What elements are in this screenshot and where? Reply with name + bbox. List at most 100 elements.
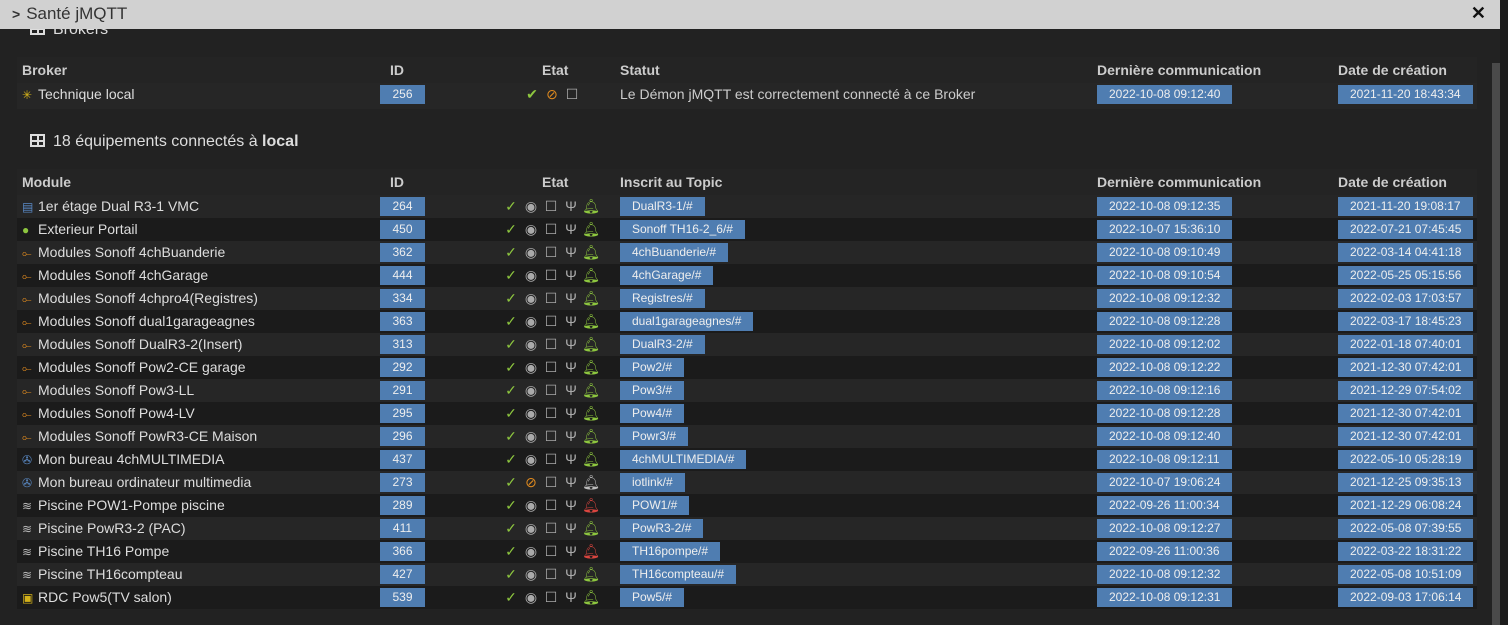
equipment-row[interactable]: ≋ Piscine TH16 Pompe 366 ✓ ◉ ☐ Ψ 🔔︎ TH16pompe/# 2…	[17, 540, 1477, 563]
bell-icon: 🔔︎	[582, 428, 600, 444]
module-name[interactable]: ▤ 1er étage Dual R3-1 VMC	[22, 195, 199, 219]
last-communication-badge: 2022-10-08 09:12:02	[1097, 335, 1233, 354]
broker-row[interactable]: ✳ Technique local 256 ✔ ⊘ ☐ Le Démon jMQTT est…	[17, 83, 1477, 109]
sonoff-module-icon: ⟜	[22, 315, 32, 329]
eye-icon: ◉	[524, 382, 538, 398]
equipment-row[interactable]: ⟜ Modules Sonoff 4chpro4(Registres) 334 ✓ ◉ ☐…	[17, 287, 1477, 310]
id-badge: 366	[380, 542, 425, 561]
check-icon: ✓	[505, 198, 517, 214]
scrollbar[interactable]	[1492, 63, 1500, 625]
state-icons: ✓ ⊘ ☐ Ψ 🔔︎	[501, 471, 601, 494]
equipment-row[interactable]: ⟜ Modules Sonoff Pow4-LV 295 ✓ ◉ ☐ Ψ 🔔︎ Pow4/# 20…	[17, 402, 1477, 425]
module-name-label: Modules Sonoff Pow3-LL	[38, 382, 195, 398]
plug-icon: Ψ	[565, 221, 577, 237]
check-icon: ✓	[505, 497, 517, 513]
equipment-row[interactable]: ⟜ Modules Sonoff 4chBuanderie 362 ✓ ◉ ☐ Ψ 🔔︎ 4ch…	[17, 241, 1477, 264]
topic-badge: 4chGarage/#	[620, 266, 714, 285]
equipment-row[interactable]: ≋ Piscine TH16compteau 427 ✓ ◉ ☐ Ψ 🔔︎ TH16compte…	[17, 563, 1477, 586]
close-button[interactable]: ✕	[1471, 0, 1486, 27]
eye-icon: ◉	[524, 290, 538, 306]
column-header: ID	[390, 174, 404, 190]
equipment-row[interactable]: ⟜ Modules Sonoff Pow3-LL 291 ✓ ◉ ☐ Ψ 🔔︎ Pow3/# 20…	[17, 379, 1477, 402]
equipment-row[interactable]: ⟜ Modules Sonoff dual1garageagnes 363 ✓ ◉ ☐ Ψ 🔔…	[17, 310, 1477, 333]
module-name[interactable]: ⟜ Modules Sonoff Pow4-LV	[22, 402, 195, 426]
equipment-row[interactable]: ⟜ Modules Sonoff PowR3-CE Maison 296 ✓ ◉ ☐ Ψ 🔔︎…	[17, 425, 1477, 448]
creation-date-badge: 2022-03-17 18:45:23	[1338, 312, 1474, 331]
module-name[interactable]: ⟜ Modules Sonoff Pow2-CE garage	[22, 356, 246, 380]
equipment-row[interactable]: ▤ 1er étage Dual R3-1 VMC 264 ✓ ◉ ☐ Ψ 🔔︎ DualR3-…	[17, 195, 1477, 218]
creation-date-badge: 2022-03-14 04:41:18	[1338, 243, 1474, 262]
modal-title: Santé jMQTT	[26, 4, 128, 23]
check-icon: ✓	[505, 267, 517, 283]
last-communication-badge: 2022-10-08 09:12:40	[1097, 85, 1233, 104]
topic-badge: Pow2/#	[620, 358, 685, 377]
module-name[interactable]: ▣ RDC Pow5(TV salon)	[22, 586, 172, 610]
module-name[interactable]: ✇ Mon bureau ordinateur multimedia	[22, 471, 251, 495]
topic-badge: Powr3/#	[620, 427, 689, 446]
tv-icon: ▣	[22, 591, 34, 605]
checkbox-icon: ☐	[544, 313, 558, 329]
topic-badge: iotlink/#	[620, 473, 685, 492]
vmc-icon: ▤	[22, 200, 34, 214]
equipment-row[interactable]: ⟜ Modules Sonoff DualR3-2(Insert) 313 ✓ ◉ ☐ Ψ 🔔…	[17, 333, 1477, 356]
state-icons: ✓ ◉ ☐ Ψ 🔔︎	[501, 287, 601, 310]
equipment-row[interactable]: ⟜ Modules Sonoff Pow2-CE garage 292 ✓ ◉ ☐ Ψ 🔔︎ P…	[17, 356, 1477, 379]
bell-icon: 🔔︎	[582, 566, 600, 582]
sonoff-module-icon: ⟜	[22, 407, 32, 421]
sonoff-module-icon: ⟜	[22, 246, 32, 260]
state-icons: ✓ ◉ ☐ Ψ 🔔︎	[501, 402, 601, 425]
module-name[interactable]: ≋ Piscine POW1-Pompe piscine	[22, 494, 225, 518]
sonoff-module-icon: ⟜	[22, 384, 32, 398]
module-name[interactable]: ● Exterieur Portail	[22, 218, 138, 242]
plug-icon: Ψ	[565, 336, 577, 352]
last-communication-badge: 2022-10-08 09:12:31	[1097, 588, 1233, 607]
module-name-label: Piscine TH16 Pompe	[38, 543, 170, 559]
creation-date-badge: 2021-12-29 07:54:02	[1338, 381, 1474, 400]
eye-slash-icon: ⊘	[525, 474, 537, 490]
topic-badge: TH16pompe/#	[620, 542, 721, 561]
checkbox-icon: ☐	[544, 566, 558, 582]
module-name[interactable]: ≋ Piscine TH16 Pompe	[22, 540, 169, 564]
equipment-row[interactable]: ● Exterieur Portail 450 ✓ ◉ ☐ Ψ 🔔︎ Sonoff TH16-2…	[17, 218, 1477, 241]
plug-icon: Ψ	[565, 359, 577, 375]
equipment-row[interactable]: ▣ RDC Pow5(TV salon) 539 ✓ ◉ ☐ Ψ 🔔︎ Pow5/# 2022-1…	[17, 586, 1477, 609]
column-header: ID	[390, 62, 404, 78]
column-header: Etat	[542, 62, 569, 78]
module-name[interactable]: ≋ Piscine PowR3-2 (PAC)	[22, 517, 186, 541]
equipment-row[interactable]: ≋ Piscine PowR3-2 (PAC) 411 ✓ ◉ ☐ Ψ 🔔︎ PowR3-2/#…	[17, 517, 1477, 540]
equipment-row[interactable]: ≋ Piscine POW1-Pompe piscine 289 ✓ ◉ ☐ Ψ 🔔︎ POW1…	[17, 494, 1477, 517]
column-header: Etat	[542, 174, 569, 190]
module-name[interactable]: ✇ Mon bureau 4chMULTIMEDIA	[22, 448, 224, 472]
module-name[interactable]: ⟜ Modules Sonoff Pow3-LL	[22, 379, 194, 403]
module-name[interactable]: ≋ Piscine TH16compteau	[22, 563, 182, 587]
health-modal: Brokers Broker ID Etat Statut Dernière commu…	[0, 29, 1500, 625]
check-circle-icon: ✔	[526, 86, 538, 102]
creation-date-badge: 2021-11-20 19:08:17	[1338, 197, 1473, 216]
checkbox-icon: ☐	[544, 290, 558, 306]
last-communication-badge: 2022-10-08 09:12:22	[1097, 358, 1233, 377]
column-header: Dernière communication	[1097, 62, 1262, 78]
last-communication-badge: 2022-10-08 09:12:27	[1097, 519, 1233, 538]
plug-icon: Ψ	[565, 405, 577, 421]
module-name[interactable]: ⟜ Modules Sonoff dual1garageagnes	[22, 310, 255, 334]
module-name-label: Modules Sonoff 4chGarage	[38, 267, 209, 283]
last-communication-badge: 2022-09-26 11:00:34	[1097, 496, 1232, 515]
module-name[interactable]: ⟜ Modules Sonoff DualR3-2(Insert)	[22, 333, 242, 357]
checkbox-icon: ☐	[544, 451, 558, 467]
module-name[interactable]: ⟜ Modules Sonoff 4chpro4(Registres)	[22, 287, 258, 311]
id-badge: 273	[380, 473, 425, 492]
equipment-row[interactable]: ✇ Mon bureau ordinateur multimedia 273 ✓ ⊘ ☐ Ψ…	[17, 471, 1477, 494]
checkbox-icon: ☐	[544, 474, 558, 490]
plug-icon: Ψ	[565, 566, 577, 582]
module-name[interactable]: ⟜ Modules Sonoff PowR3-CE Maison	[22, 425, 257, 449]
id-badge: 362	[380, 243, 425, 262]
equipment-row[interactable]: ✇ Mon bureau 4chMULTIMEDIA 437 ✓ ◉ ☐ Ψ 🔔︎ 4chMUL…	[17, 448, 1477, 471]
table-icon	[30, 29, 45, 35]
topic-badge: TH16compteau/#	[620, 565, 737, 584]
module-name[interactable]: ⟜ Modules Sonoff 4chBuanderie	[22, 241, 225, 265]
plug-icon: Ψ	[565, 451, 577, 467]
plug-icon: Ψ	[565, 520, 577, 536]
broker-name[interactable]: ✳ Technique local	[22, 83, 135, 107]
equipment-row[interactable]: ⟜ Modules Sonoff 4chGarage 444 ✓ ◉ ☐ Ψ 🔔︎ 4chGar…	[17, 264, 1477, 287]
module-name[interactable]: ⟜ Modules Sonoff 4chGarage	[22, 264, 208, 288]
